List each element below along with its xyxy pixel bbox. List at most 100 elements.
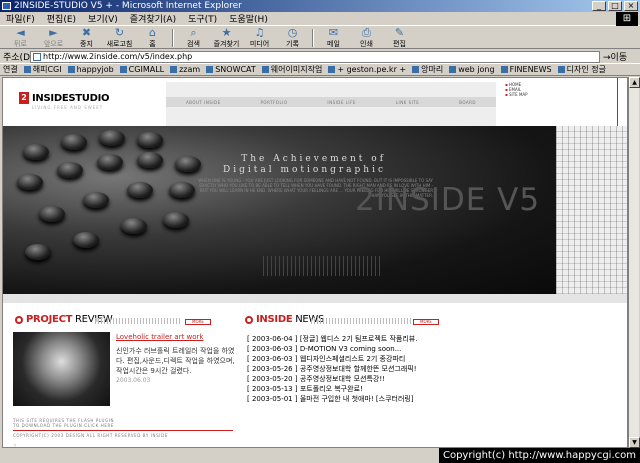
home-button[interactable]: ⌂ 홈	[136, 25, 169, 49]
news-item[interactable]: [ 2003-05-13 ] 포트폴리오 복구완료!	[247, 384, 417, 394]
site-logo[interactable]: 2 INSIDESTUDIO	[19, 92, 110, 104]
menu-view[interactable]: 보기(V)	[88, 12, 118, 25]
news-item[interactable]: [ 2003-06-03 ] D-MOTION V3 coming soon..…	[247, 344, 417, 354]
nav-inside-life[interactable]: INSIDE LIFE	[327, 100, 356, 105]
links-bar: 연결 해피CGI happyjob CGIMALL zzam SNOWCAT 웨…	[0, 64, 640, 76]
menu-bar: 파일(F) 편집(E) 보기(V) 즐겨찾기(A) 도구(T) 도움말(H) ⊞	[0, 12, 640, 26]
project-title-link[interactable]: Loveholic trailer art work	[116, 333, 203, 341]
hero-banner: The Achievement of Digital motiongraphic…	[3, 126, 556, 294]
heading-pattern	[311, 318, 411, 324]
link-item[interactable]: SNOWCAT	[206, 65, 256, 74]
forward-arrow-icon: ►	[49, 25, 58, 39]
menu-favorites[interactable]: 즐겨찾기(A)	[130, 12, 176, 25]
vertical-scrollbar[interactable]: ▲ ▼	[628, 77, 640, 448]
forward-button[interactable]: ► 앞으로	[37, 25, 70, 49]
windows-logo-icon: ⊞	[616, 12, 638, 26]
window-title: 2INSIDE-STUDIO V5 + - Microsoft Internet…	[14, 1, 242, 11]
link-item[interactable]: + geston.pe.kr +	[328, 65, 406, 74]
address-url: http://www.2inside.com/v5/index.php	[43, 52, 193, 61]
link-item[interactable]: 디자인 정글	[558, 64, 606, 75]
footer-divider	[13, 430, 233, 431]
keypad-button-image	[83, 192, 109, 208]
nav-board[interactable]: BOARD	[459, 100, 476, 105]
project-more-button[interactable]: MORE	[185, 319, 211, 325]
history-button[interactable]: ◷ 기록	[276, 25, 309, 49]
edit-button[interactable]: ✎ 편집	[383, 25, 416, 49]
link-item[interactable]: 해피CGI	[24, 64, 62, 75]
news-item[interactable]: [ 2003-06-03 ] 웹디자인스페셜리스트 2기 종강파티	[247, 354, 417, 364]
heading-pattern	[95, 318, 181, 324]
keypad-button-image	[137, 152, 163, 168]
search-icon: ⌕	[190, 25, 197, 39]
standard-toolbar: ◄ 뒤로 ► 앞으로 ✖ 중지 ↻ 새로고침 ⌂ 홈 ⌕ 검색 ★ 즐겨찾기 ♫ 미디어 ◷ 기록…	[0, 25, 640, 49]
news-item[interactable]: [ 2003-06-04 ] [정글] 웹디스 2기 팀프로젝트 작품리뷰.	[247, 334, 417, 344]
toolbar-separator	[172, 28, 174, 47]
grid-pattern	[556, 126, 627, 294]
history-icon: ◷	[287, 25, 298, 39]
minimize-button[interactable]: _	[592, 1, 606, 11]
project-thumbnail[interactable]	[13, 332, 110, 406]
favorites-button[interactable]: ★ 즐겨찾기	[210, 25, 243, 49]
window-titlebar: 2INSIDE-STUDIO V5 + - Microsoft Internet…	[0, 0, 640, 12]
link-item[interactable]: web jong	[449, 65, 494, 74]
link-item[interactable]: 웨어이미지작업	[262, 64, 323, 75]
menu-tools[interactable]: 도구(T)	[188, 12, 217, 25]
divider-band	[3, 294, 627, 303]
hero-version-text: 2INSIDE V5	[355, 182, 541, 218]
menu-edit[interactable]: 편집(E)	[47, 12, 76, 25]
go-button[interactable]: →이동	[603, 50, 627, 63]
project-description: 신인가수 러브홀릭 트레일러 작업을 하였다. 편집,사운드,디렉트 작업을 하…	[116, 347, 235, 375]
news-more-button[interactable]: MORE	[413, 319, 439, 325]
address-input[interactable]: http://www.2inside.com/v5/index.php	[30, 51, 600, 63]
news-item[interactable]: [ 2003-05-26 ] 공주영상정보대학 할께한뜬 모션그래픽!	[247, 364, 417, 374]
keypad-button-image	[25, 244, 51, 260]
menu-file[interactable]: 파일(F)	[6, 12, 35, 25]
mail-button[interactable]: ✉ 메일	[317, 26, 350, 49]
keypad-button-image	[39, 206, 65, 222]
close-button[interactable]: ×	[624, 1, 638, 11]
scroll-up-button[interactable]: ▲	[629, 77, 640, 88]
link-item[interactable]: CGIMALL	[120, 65, 164, 74]
circle-bullet-icon	[245, 315, 253, 324]
keypad-button-image	[73, 232, 99, 248]
nav-link-site[interactable]: LINK SITE	[396, 100, 419, 105]
scroll-down-button[interactable]: ▼	[629, 437, 640, 448]
keypad-button-image	[99, 130, 125, 146]
news-item[interactable]: [ 2003-05-01 ] 올마전 구입한 내 첫애마! [스쿠터러링]	[247, 394, 417, 404]
utility-links: HOME EMAIL SITE MAP	[505, 82, 528, 97]
logo-mark: 2	[19, 92, 29, 104]
link-item[interactable]: FINENEWS	[501, 65, 552, 74]
keypad-button-image	[137, 132, 163, 148]
keypad-button-image	[57, 162, 83, 178]
favorites-icon: ★	[221, 25, 232, 39]
link-item[interactable]: 앙마리	[412, 64, 443, 75]
home-icon: ⌂	[149, 25, 156, 39]
nav-portfolio[interactable]: PORTFOLIO	[261, 100, 288, 105]
logo-text: INSIDESTUDIO	[32, 92, 110, 104]
project-date: 2003.06.03	[116, 377, 151, 384]
address-bar: 주소(D) http://www.2inside.com/v5/index.ph…	[0, 50, 640, 64]
address-label: 주소(D)	[3, 53, 34, 63]
sitemap-link[interactable]: SITE MAP	[505, 92, 528, 97]
hero-dot-pattern	[263, 256, 383, 276]
links-label: 연결	[3, 65, 18, 74]
stop-button[interactable]: ✖ 중지	[70, 26, 103, 49]
refresh-button[interactable]: ↻ 새로고침	[103, 26, 136, 49]
search-button[interactable]: ⌕ 검색	[177, 25, 210, 49]
back-button[interactable]: ◄ 뒤로	[4, 26, 37, 49]
maximize-button[interactable]: □	[608, 1, 622, 11]
keypad-button-image	[169, 182, 195, 198]
nav-about[interactable]: ABOUT INSIDE	[186, 100, 221, 105]
news-item[interactable]: [ 2003-05-20 ] 공주영상정보대학 모션특강!!	[247, 374, 417, 384]
link-item[interactable]: zzam	[170, 65, 200, 74]
keypad-button-image	[97, 154, 123, 170]
page-viewport: 2 INSIDESTUDIO LIVING FREE AND SWEET ABO…	[2, 77, 628, 448]
circle-bullet-icon	[15, 315, 23, 324]
keypad-button-image	[127, 182, 153, 198]
flash-download-link[interactable]: TO DOWNLOAD THE PLUGIN CLICK HERE	[13, 423, 233, 428]
media-button[interactable]: ♫ 미디어	[243, 26, 276, 49]
edit-icon: ✎	[394, 25, 405, 39]
menu-help[interactable]: 도움말(H)	[229, 12, 268, 25]
link-item[interactable]: happyjob	[68, 65, 114, 74]
print-button[interactable]: ⎙ 인쇄	[350, 26, 383, 49]
